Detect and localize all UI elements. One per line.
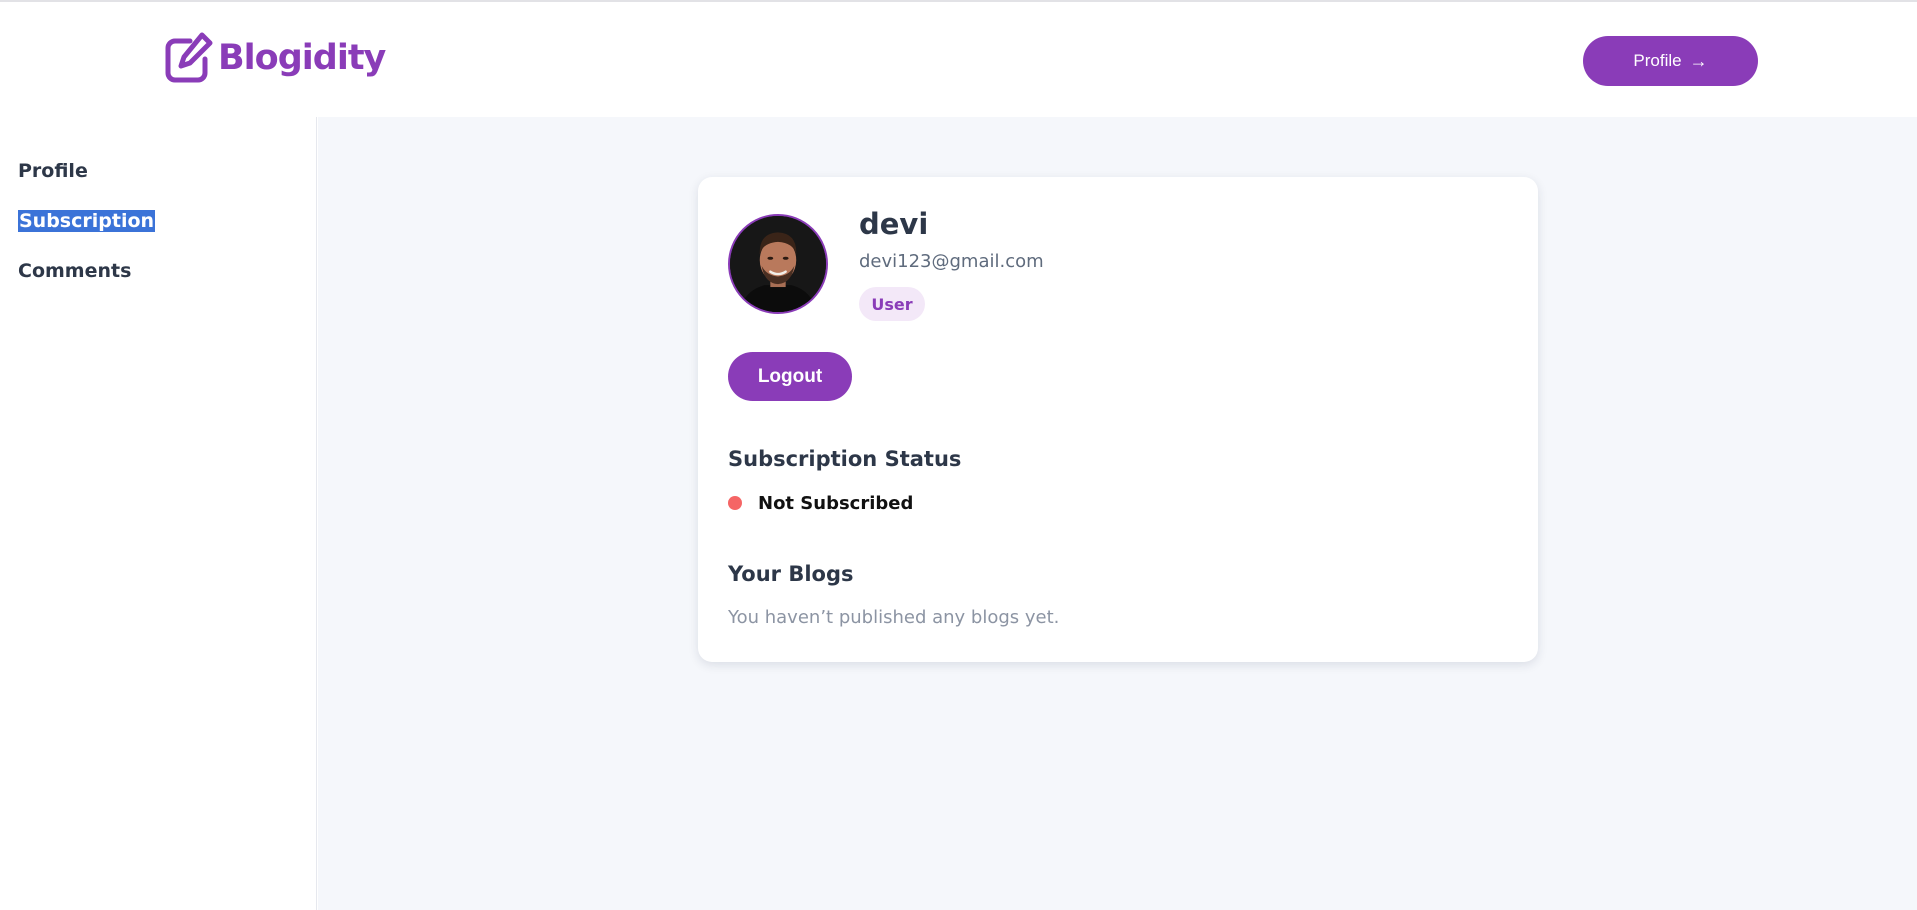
arrow-right-icon: →: [1689, 51, 1708, 71]
brand-name: Blogidity: [218, 38, 386, 78]
subscription-status-heading: Subscription Status: [728, 447, 962, 471]
status-dot-icon: [728, 496, 742, 510]
sidebar-item-profile[interactable]: Profile: [18, 160, 88, 182]
top-header: Blogidity Profile →: [0, 2, 1917, 117]
sidebar-item-subscription[interactable]: Subscription: [18, 210, 156, 232]
user-email: devi123@gmail.com: [859, 251, 1044, 272]
profile-button-label: Profile: [1633, 51, 1682, 70]
avatar: [728, 214, 828, 314]
role-badge: User: [859, 287, 925, 321]
sidebar: Profile Subscription Comments: [0, 117, 317, 910]
subscription-status: Not Subscribed: [728, 490, 913, 516]
profile-button[interactable]: Profile →: [1583, 36, 1758, 86]
logout-button[interactable]: Logout: [728, 352, 852, 401]
sidebar-item-comments[interactable]: Comments: [18, 260, 131, 282]
blogs-empty-message: You haven’t published any blogs yet.: [728, 607, 1060, 628]
subscription-status-text: Not Subscribed: [758, 492, 914, 514]
username: devi: [859, 207, 929, 241]
profile-card: devi devi123@gmail.com User Logout Subsc…: [698, 177, 1538, 662]
brand-logo[interactable]: Blogidity: [160, 28, 386, 88]
your-blogs-heading: Your Blogs: [728, 562, 854, 586]
user-photo-icon: [730, 216, 826, 312]
edit-icon: [165, 32, 213, 83]
main-content: devi devi123@gmail.com User Logout Subsc…: [318, 117, 1917, 910]
